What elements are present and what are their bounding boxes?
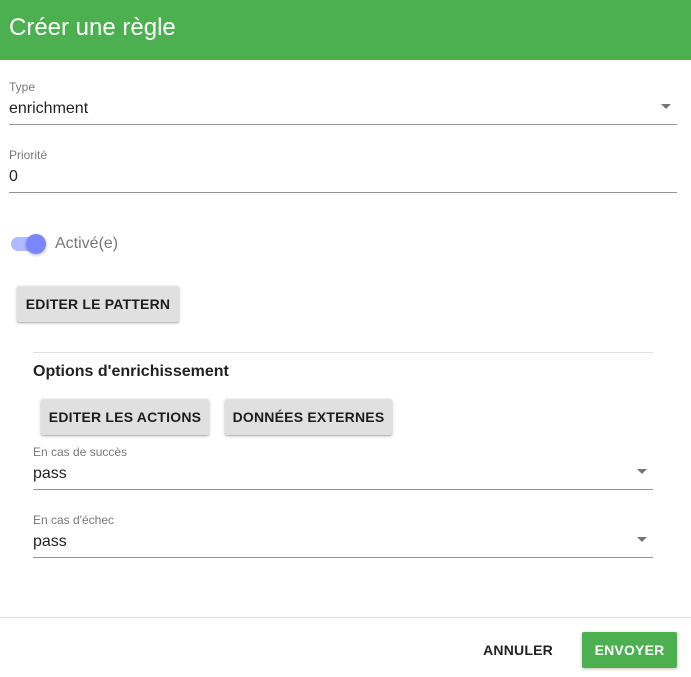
- section-divider: [33, 352, 653, 353]
- toggle-thumb: [26, 234, 46, 254]
- type-select[interactable]: Type enrichment: [9, 80, 677, 126]
- edit-pattern-button[interactable]: EDITER LE PATTERN: [17, 286, 179, 322]
- on-success-underline: [33, 489, 653, 490]
- on-failure-select[interactable]: En cas d'échec pass: [33, 513, 653, 559]
- type-label: Type: [9, 80, 36, 94]
- dropdown-arrow-icon[interactable]: [637, 469, 647, 474]
- on-success-label: En cas de succès: [33, 445, 128, 459]
- enabled-toggle[interactable]: [11, 234, 46, 254]
- priority-label: Priorité: [9, 148, 48, 162]
- enrichment-section-title: Options d'enrichissement: [33, 363, 229, 380]
- type-underline: [9, 124, 677, 125]
- on-failure-underline: [33, 557, 653, 558]
- dropdown-arrow-icon[interactable]: [661, 104, 671, 109]
- on-failure-value: pass: [33, 533, 67, 550]
- type-value: enrichment: [9, 100, 89, 117]
- footer-divider: [0, 617, 691, 618]
- on-success-value: pass: [33, 465, 67, 482]
- on-failure-label: En cas d'échec: [33, 513, 115, 527]
- dialog-header: Créer une règle: [0, 0, 691, 60]
- dropdown-arrow-icon[interactable]: [637, 537, 647, 542]
- enabled-label: Activé(e): [55, 235, 119, 252]
- on-success-select[interactable]: En cas de succès pass: [33, 445, 653, 491]
- cancel-button[interactable]: ANNULER: [476, 632, 560, 668]
- priority-underline: [9, 192, 677, 193]
- priority-input[interactable]: Priorité 0: [9, 148, 677, 194]
- dialog-title: Créer une règle: [9, 14, 176, 41]
- create-rule-dialog: Créer une règle Type enrichment Priorité…: [0, 0, 691, 677]
- external-data-button[interactable]: DONNÉES EXTERNES: [225, 399, 392, 435]
- edit-actions-button[interactable]: EDITER LES ACTIONS: [41, 399, 209, 435]
- priority-value: 0: [9, 168, 18, 185]
- submit-button[interactable]: ENVOYER: [582, 632, 677, 668]
